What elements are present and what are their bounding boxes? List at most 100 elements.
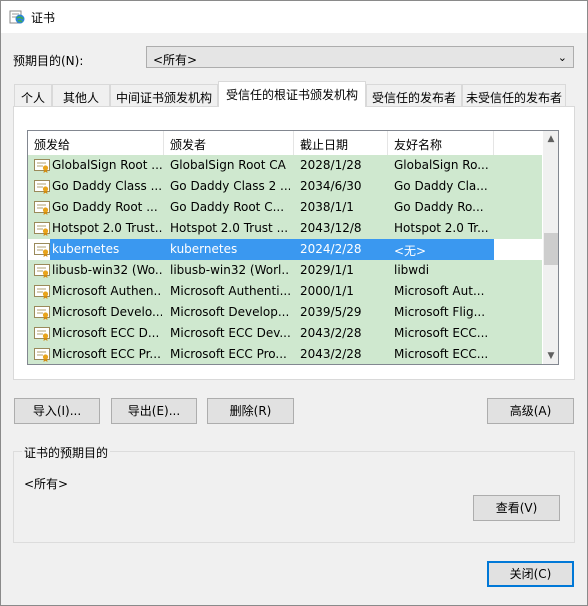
cell-friendly: GlobalSign Ro... [394,158,489,172]
tab-label: 中间证书颁发机构 [115,91,212,105]
cell-friendly: Microsoft ECC... [394,347,489,361]
column-label: 截止日期 [300,138,349,152]
cell-issued-by: Go Daddy Class 2 ... [170,179,290,193]
cell-expires: 2034/6/30 [300,179,362,193]
cell-issued-to: Go Daddy Class ... [52,179,162,193]
cell-friendly: Microsoft Flig... [394,305,486,319]
cell-expires: 2043/2/28 [300,326,362,340]
purpose-group-title: 证书的预期目的 [22,444,111,461]
window-title: 证书 [31,11,56,25]
column-label: 颁发者 [170,138,207,152]
tab-label: 受信任的根证书颁发机构 [225,88,358,102]
certificate-icon [34,242,50,257]
export-button[interactable]: 导出(E)... [111,398,197,424]
purpose-group-value: <所有> [24,477,69,491]
cell-expires: 2043/2/28 [300,347,362,361]
list-header: 颁发给 颁发者 截止日期 友好名称 [28,131,542,155]
table-row[interactable]: Go Daddy Root ... Go Daddy Root C... 2038/… [28,197,542,218]
certificate-icon [34,347,50,362]
tab-intermediate-ca[interactable]: 中间证书颁发机构 [110,84,218,106]
cell-friendly: Microsoft ECC... [394,326,489,340]
certificate-icon [34,158,50,173]
table-row[interactable]: Go Daddy Class ... Go Daddy Class 2 ... 20… [28,176,542,197]
cell-issued-to: Microsoft Develo... [52,305,162,319]
cell-issued-to: GlobalSign Root ... [52,158,162,172]
cell-issued-by: GlobalSign Root CA [170,158,286,172]
certificate-icon [34,200,50,215]
cell-expires: 2038/1/1 [300,200,354,214]
column-label: 颁发给 [34,138,71,152]
column-label: 友好名称 [394,138,443,152]
certificate-list[interactable]: 颁发给 颁发者 截止日期 友好名称 GlobalSign Root ... Glo… [27,130,559,365]
close-button[interactable]: 关闭(C) [487,561,574,587]
tab-trusted-publishers[interactable]: 受信任的发布者 [366,84,462,106]
column-issued-by[interactable]: 颁发者 [164,131,294,155]
certificate-icon [34,221,50,236]
cell-issued-by: Go Daddy Root C... [170,200,285,214]
table-row[interactable]: Hotspot 2.0 Trust... Hotspot 2.0 Trust ..… [28,218,542,239]
certificate-icon [34,326,50,341]
purpose-combobox[interactable]: <所有> ⌄ [146,46,574,68]
certificate-icon [34,179,50,194]
table-row[interactable]: Microsoft ECC D... Microsoft ECC Dev... 20… [28,323,542,344]
cell-expires: 2000/1/1 [300,284,354,298]
tab-label: 受信任的发布者 [371,91,456,105]
table-row[interactable]: Microsoft Develo... Microsoft Develop... 2… [28,302,542,323]
tab-label: 个人 [20,91,45,105]
cell-issued-by: Hotspot 2.0 Trust ... [170,221,289,235]
cell-issued-to: Microsoft ECC D... [52,326,160,340]
cell-issued-by: libusb-win32 (Worl... [170,263,290,277]
column-issued-to[interactable]: 颁发给 [28,131,164,155]
cell-issued-to: kubernetes [52,242,120,256]
purpose-value: <所有> [153,53,198,67]
purpose-label: 预期目的(N): [13,54,84,68]
tab-label: 其他人 [62,91,99,105]
advanced-button[interactable]: 高级(A) [487,398,574,424]
cell-friendly: Go Daddy Ro... [394,200,484,214]
cell-expires: 2024/2/28 [300,242,362,256]
cell-issued-by: Microsoft Develop... [170,305,290,319]
certificate-globe-icon [9,10,25,24]
column-expiration[interactable]: 截止日期 [294,131,388,155]
certificate-icon [34,305,50,320]
tab-personal[interactable]: 个人 [14,84,52,106]
tab-label: 未受信任的发布者 [465,91,562,105]
cell-friendly: Microsoft Aut... [394,284,485,298]
chevron-down-icon: ⌄ [557,51,567,64]
cell-issued-by: Microsoft ECC Pro... [170,347,287,361]
cell-friendly: Go Daddy Cla... [394,179,488,193]
cell-expires: 2029/1/1 [300,263,354,277]
table-row[interactable]: GlobalSign Root ... GlobalSign Root CA 202… [28,155,542,176]
tab-trusted-root-ca[interactable]: 受信任的根证书颁发机构 [218,81,366,107]
scroll-up-icon[interactable]: ▲ [543,131,558,147]
tab-other-people[interactable]: 其他人 [52,84,110,106]
cell-issued-to: Hotspot 2.0 Trust... [52,221,162,235]
cell-friendly: Hotspot 2.0 Tr... [394,221,489,235]
remove-button[interactable]: 删除(R) [207,398,294,424]
vertical-scrollbar[interactable]: ▲ ▼ [543,131,558,364]
cell-issued-by: Microsoft Authenti... [170,284,290,298]
certificate-icon [34,263,50,278]
cell-issued-by: Microsoft ECC Dev... [170,326,290,340]
cell-friendly: libwdi [394,263,430,277]
certificate-icon [34,284,50,299]
cell-expires: 2028/1/28 [300,158,362,172]
tab-untrusted-publishers[interactable]: 未受信任的发布者 [462,84,566,106]
view-button[interactable]: 查看(V) [473,495,560,521]
title-bar: 证书 [1,1,587,33]
table-row[interactable]: libusb-win32 (Wo... libusb-win32 (Worl...… [28,260,542,281]
table-row[interactable]: Microsoft Authen... Microsoft Authenti...… [28,281,542,302]
table-row[interactable]: kubernetes kubernetes 2024/2/28 <无> [28,239,542,260]
table-row[interactable]: Microsoft ECC Pr... Microsoft ECC Pro... 2… [28,344,542,364]
cell-issued-to: Microsoft Authen... [52,284,162,298]
cell-issued-to: Go Daddy Root ... [52,200,158,214]
scroll-down-icon[interactable]: ▼ [543,348,558,364]
cell-expires: 2043/12/8 [300,221,362,235]
import-button[interactable]: 导入(I)... [14,398,100,424]
cell-issued-to: libusb-win32 (Wo... [52,263,162,277]
cell-issued-by: kubernetes [170,242,238,256]
cell-issued-to: Microsoft ECC Pr... [52,347,161,361]
column-friendly-name[interactable]: 友好名称 [388,131,494,155]
cell-friendly: <无> [394,244,427,258]
scroll-thumb[interactable] [544,233,558,265]
